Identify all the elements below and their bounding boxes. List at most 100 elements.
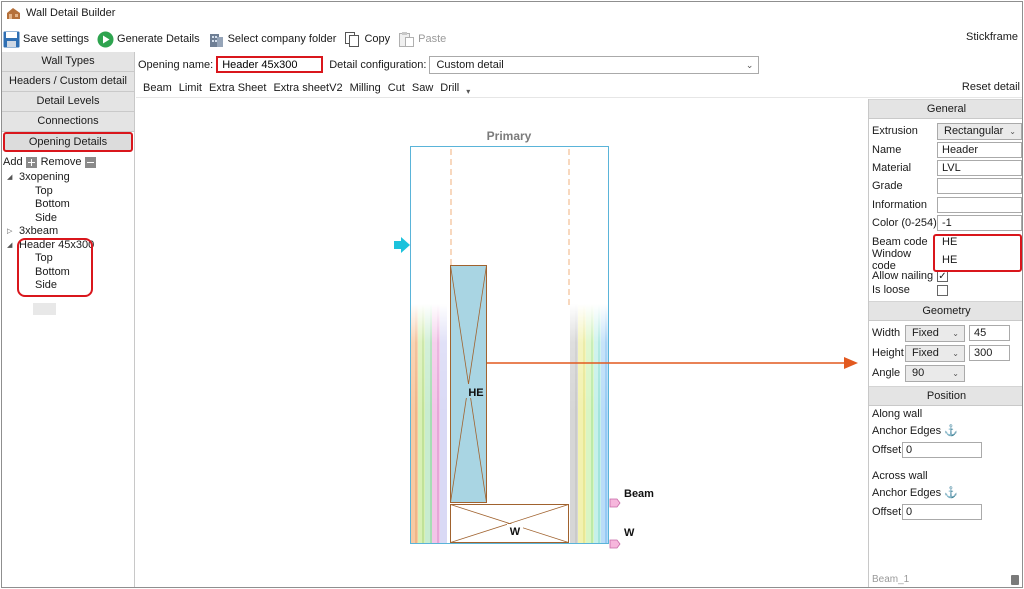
tree-expander-icon[interactable]: ◢ <box>7 239 12 253</box>
width-field[interactable]: 45 <box>969 325 1010 342</box>
chevron-down-icon: ⌄ <box>1009 126 1016 136</box>
tree-node-side[interactable]: Side <box>2 212 134 226</box>
tool-beam[interactable]: Beam <box>143 82 172 94</box>
along-anchor-row: Anchor Edges ⚓ <box>872 425 958 438</box>
chevron-down-icon: ⌄ <box>952 348 959 358</box>
nav-detail-levels[interactable]: Detail Levels <box>2 92 134 112</box>
angle-select[interactable]: 90 ⌄ <box>905 364 965 382</box>
nav-connections[interactable]: Connections <box>2 112 134 132</box>
geometry-section-header[interactable]: Geometry <box>869 301 1022 322</box>
copy-button[interactable]: Copy <box>344 28 390 50</box>
title-bar: Wall Detail Builder <box>2 2 1022 24</box>
primary-label: Primary <box>487 129 532 143</box>
paste-icon <box>398 31 415 48</box>
information-field[interactable] <box>937 196 1022 213</box>
anchor-icon[interactable]: ⚓ <box>944 487 958 499</box>
detail-drawing: Primary HE W Beam W <box>394 129 858 549</box>
opening-tree: ◢ 3xopening Top Bottom Side ▷ 3xbeam ◢ Head… <box>2 171 134 293</box>
tree-node-bottom[interactable]: Bottom <box>2 266 134 280</box>
more-tools-chevron-icon[interactable]: ▾ <box>466 87 470 96</box>
height-row: Height Fixed ⌄ 300 <box>869 343 1022 363</box>
tool-saw[interactable]: Saw <box>412 82 433 94</box>
tool-extra-sheet-v2[interactable]: Extra sheetV2 <box>273 82 342 94</box>
tree-node-3xbeam[interactable]: ▷ 3xbeam <box>2 225 134 239</box>
grade-field[interactable] <box>937 178 1022 195</box>
tool-milling[interactable]: Milling <box>350 82 381 94</box>
detail-configuration-select[interactable]: Custom detail ⌄ <box>429 55 760 74</box>
position-section-header[interactable]: Position <box>869 386 1022 407</box>
remove-label: Remove <box>40 156 82 168</box>
select-company-folder-button[interactable]: Select company folder <box>208 28 336 50</box>
detail-canvas[interactable]: Primary HE W Beam W <box>136 99 867 587</box>
detail-tool-row: Beam Limit Extra Sheet Extra sheetV2 Mil… <box>136 78 1022 98</box>
main-toolbar: Save settings Generate Details Select co… <box>2 26 1022 52</box>
tool-drill[interactable]: Drill <box>440 82 459 94</box>
add-remove-row: Add Remove <box>2 153 134 171</box>
remove-minus-icon[interactable] <box>84 156 96 168</box>
right-layer-strips <box>569 304 609 543</box>
name-field[interactable]: Header <box>937 141 1022 158</box>
tree-node-top-selected[interactable]: Top <box>2 252 134 266</box>
cyan-marker-arrow-icon <box>394 237 410 253</box>
opening-bar: Opening name: Detail configuration: Cust… <box>136 53 1022 76</box>
nav-opening-details[interactable]: Opening Details <box>3 132 133 152</box>
opening-name-input[interactable] <box>216 56 324 73</box>
header-beam[interactable]: HE <box>450 265 487 503</box>
window-code-field[interactable]: HE <box>937 251 1022 268</box>
save-settings-button[interactable]: Save settings <box>3 28 89 50</box>
nav-wall-types[interactable]: Wall Types <box>2 52 134 72</box>
opening-name-label: Opening name: <box>138 58 214 71</box>
nav-headers-custom-detail[interactable]: Headers / Custom detail <box>2 72 134 92</box>
save-disk-icon <box>3 31 20 48</box>
reset-detail-button[interactable]: Reset detail <box>962 81 1020 93</box>
anchor-icon[interactable]: ⚓ <box>944 425 958 437</box>
tree-selection-highlight <box>33 303 56 315</box>
across-offset-row: Offset 0 <box>869 502 1022 521</box>
w-marker-label: W <box>624 527 635 539</box>
left-layer-strips <box>411 304 448 543</box>
general-section-header[interactable]: General <box>869 99 1022 119</box>
is-loose-checkbox[interactable] <box>937 284 948 296</box>
beam-code-field[interactable]: HE <box>937 233 1022 250</box>
color-row: Color (0-254) -1 <box>869 214 1022 232</box>
tree-node-bottom[interactable]: Bottom <box>2 198 134 212</box>
paste-button[interactable]: Paste <box>398 28 446 50</box>
tool-limit[interactable]: Limit <box>179 82 202 94</box>
generate-details-button[interactable]: Generate Details <box>97 28 200 50</box>
tree-node-3xopening[interactable]: ◢ 3xopening <box>2 171 134 185</box>
beam-marker: Beam <box>609 488 654 508</box>
tree-expander-icon[interactable]: ◢ <box>7 171 12 185</box>
angle-row: Angle 90 ⌄ <box>869 363 1022 383</box>
header-code-label: HE <box>468 387 483 399</box>
along-offset-row: Offset 0 <box>869 440 1022 459</box>
extrusion-select[interactable]: Rectangular ⌄ <box>937 122 1022 140</box>
tree-node-header-45x300[interactable]: ◢ Header 45x300 <box>2 239 134 253</box>
tool-cut[interactable]: Cut <box>388 82 405 94</box>
add-label: Add <box>3 156 23 168</box>
height-field[interactable]: 300 <box>969 345 1010 362</box>
chevron-down-icon: ⌄ <box>952 368 959 378</box>
app-window: Wall Detail Builder Save settings Genera… <box>1 1 1023 588</box>
chevron-down-icon: ⌄ <box>745 59 754 70</box>
allow-nailing-checkbox[interactable]: ✓ <box>937 270 948 282</box>
material-row: Material LVL <box>869 159 1022 177</box>
color-field[interactable]: -1 <box>937 215 1022 232</box>
add-plus-icon[interactable] <box>25 156 37 168</box>
material-field[interactable]: LVL <box>937 159 1022 176</box>
along-offset-field[interactable]: 0 <box>902 441 982 458</box>
app-logo-icon <box>7 7 20 19</box>
height-mode-select[interactable]: Fixed ⌄ <box>905 344 965 362</box>
play-icon <box>97 31 114 48</box>
tree-node-top[interactable]: Top <box>2 185 134 199</box>
window-code-label: W <box>510 526 521 538</box>
width-mode-select[interactable]: Fixed ⌄ <box>905 324 965 342</box>
w-marker: W <box>609 527 635 549</box>
trash-icon[interactable] <box>1011 575 1019 585</box>
tree-expander-icon[interactable]: ▷ <box>7 225 12 239</box>
along-wall-label: Along wall <box>872 408 923 421</box>
tool-extra-sheet[interactable]: Extra Sheet <box>209 82 266 94</box>
information-row: Information <box>869 196 1022 214</box>
across-offset-field[interactable]: 0 <box>902 503 982 520</box>
window-block[interactable]: W <box>450 504 569 543</box>
tree-node-side[interactable]: Side <box>2 279 134 293</box>
